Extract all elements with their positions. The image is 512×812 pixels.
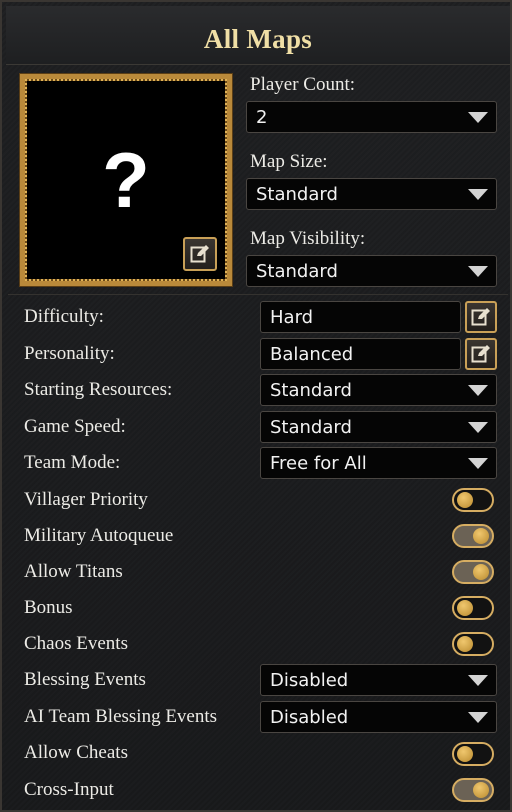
map-size-value: Standard bbox=[256, 184, 338, 205]
chevron-down-icon bbox=[468, 189, 488, 200]
chevron-down-icon bbox=[468, 112, 488, 123]
map-visibility-dropdown[interactable]: Standard bbox=[246, 255, 497, 287]
unknown-map-placeholder: ? bbox=[102, 136, 150, 224]
chevron-down-icon bbox=[468, 385, 488, 396]
blessing-events-label: Blessing Events bbox=[24, 669, 146, 690]
team-mode-label: Team Mode: bbox=[24, 452, 121, 473]
allow-titans-label: Allow Titans bbox=[24, 561, 123, 582]
bonus-toggle[interactable] bbox=[452, 596, 494, 620]
difficulty-label: Difficulty: bbox=[24, 306, 104, 327]
military-autoqueue-label: Military Autoqueue bbox=[24, 525, 174, 546]
page-title: All Maps bbox=[203, 24, 313, 54]
ai-team-blessing-events-dropdown[interactable]: Disabled bbox=[260, 701, 497, 733]
map-preview: ? bbox=[20, 74, 232, 286]
starting-resources-label: Starting Resources: bbox=[24, 379, 173, 400]
player-count-label: Player Count: bbox=[250, 74, 356, 95]
title-bar: All Maps bbox=[6, 6, 510, 65]
edit-pencil-icon bbox=[190, 245, 209, 263]
personality-label: Personality: bbox=[24, 343, 115, 364]
allow-cheats-toggle[interactable] bbox=[452, 742, 494, 766]
starting-resources-value: Standard bbox=[270, 380, 352, 401]
blessing-events-dropdown[interactable]: Disabled bbox=[260, 664, 497, 696]
allow-cheats-label: Allow Cheats bbox=[24, 742, 128, 763]
allow-titans-toggle[interactable] bbox=[452, 560, 494, 584]
toggle-knob bbox=[457, 636, 473, 652]
player-count-dropdown[interactable]: 2 bbox=[246, 101, 497, 133]
edit-personality-button[interactable] bbox=[465, 338, 497, 370]
map-visibility-value: Standard bbox=[256, 261, 338, 282]
toggle-knob bbox=[457, 746, 473, 762]
game-speed-value: Standard bbox=[270, 417, 352, 438]
chevron-down-icon bbox=[468, 266, 488, 277]
chaos-events-label: Chaos Events bbox=[24, 633, 128, 654]
toggle-knob bbox=[473, 528, 489, 544]
game-speed-dropdown[interactable]: Standard bbox=[260, 411, 497, 443]
ai-team-blessing-events-value: Disabled bbox=[270, 707, 349, 728]
chaos-events-toggle[interactable] bbox=[452, 632, 494, 656]
difficulty-field[interactable]: Hard bbox=[260, 301, 461, 333]
chevron-down-icon bbox=[468, 675, 488, 686]
section-divider bbox=[8, 294, 508, 295]
edit-difficulty-button[interactable] bbox=[465, 301, 497, 333]
ai-team-blessing-events-label: AI Team Blessing Events bbox=[24, 706, 218, 727]
military-autoqueue-toggle[interactable] bbox=[452, 524, 494, 548]
cross-input-label: Cross-Input bbox=[24, 779, 114, 800]
blessing-events-value: Disabled bbox=[270, 670, 349, 691]
chevron-down-icon bbox=[468, 422, 488, 433]
edit-pencil-icon bbox=[471, 308, 490, 326]
team-mode-dropdown[interactable]: Free for All bbox=[260, 447, 497, 479]
team-mode-value: Free for All bbox=[270, 453, 367, 474]
cross-input-toggle[interactable] bbox=[452, 778, 494, 802]
map-visibility-label: Map Visibility: bbox=[250, 228, 366, 249]
toggle-knob bbox=[473, 782, 489, 798]
toggle-knob bbox=[457, 600, 473, 616]
personality-field[interactable]: Balanced bbox=[260, 338, 461, 370]
difficulty-value: Hard bbox=[270, 307, 314, 328]
toggle-knob bbox=[457, 492, 473, 508]
chevron-down-icon bbox=[468, 458, 488, 469]
edit-map-button[interactable] bbox=[183, 237, 217, 271]
toggle-knob bbox=[473, 564, 489, 580]
starting-resources-dropdown[interactable]: Standard bbox=[260, 374, 497, 406]
bonus-label: Bonus bbox=[24, 597, 73, 618]
map-size-label: Map Size: bbox=[250, 151, 328, 172]
edit-pencil-icon bbox=[471, 345, 490, 363]
villager-priority-toggle[interactable] bbox=[452, 488, 494, 512]
game-speed-label: Game Speed: bbox=[24, 416, 126, 437]
villager-priority-label: Villager Priority bbox=[24, 489, 148, 510]
game-settings-panel: All Maps ? Player Count: 2 Map Size: Sta… bbox=[0, 0, 512, 812]
chevron-down-icon bbox=[468, 712, 488, 723]
personality-value: Balanced bbox=[270, 344, 354, 365]
player-count-value: 2 bbox=[256, 107, 268, 128]
map-size-dropdown[interactable]: Standard bbox=[246, 178, 497, 210]
